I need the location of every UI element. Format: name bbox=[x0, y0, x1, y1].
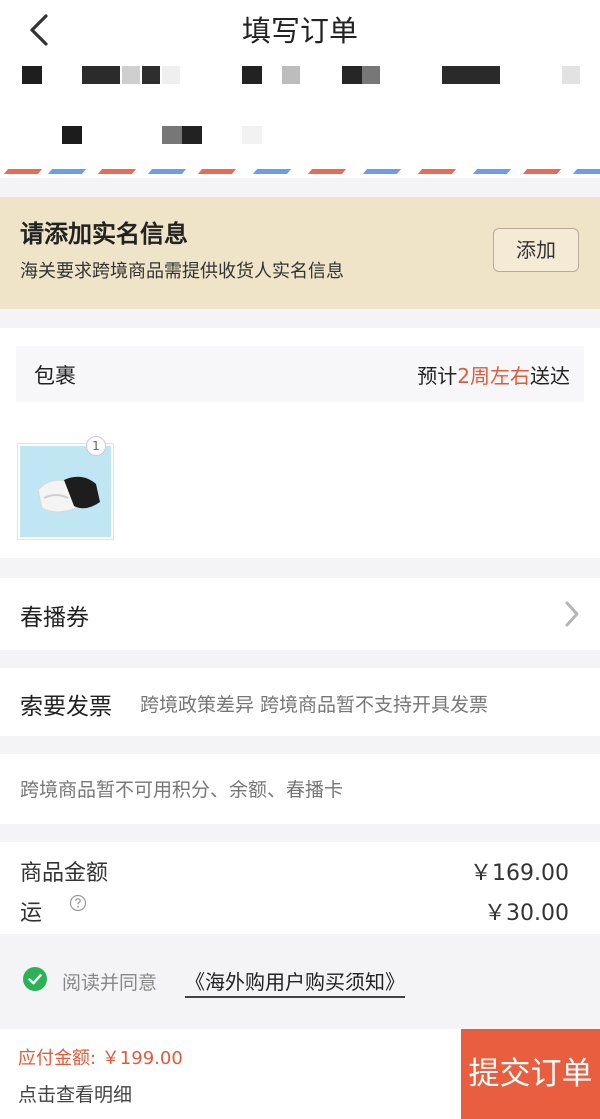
add-realname-button[interactable]: 添加 bbox=[493, 228, 579, 272]
eta-suffix: 送达 bbox=[530, 364, 570, 388]
eta-duration: 2周左右 bbox=[457, 364, 530, 388]
points-note: 跨境商品暂不可用积分、余额、春播卡 bbox=[20, 779, 344, 801]
eta-prefix: 预计 bbox=[417, 364, 458, 388]
payable-amount: 应付金额: ￥199.00 bbox=[18, 1048, 183, 1069]
help-circle-icon[interactable] bbox=[69, 894, 87, 912]
chevron-right-icon bbox=[565, 601, 579, 627]
view-detail-link[interactable]: 点击查看明细 bbox=[18, 1080, 132, 1107]
invoice-note: 跨境政策差异 跨境商品暂不支持开具发票 bbox=[140, 694, 489, 716]
package-label: 包裹 bbox=[34, 364, 76, 388]
agreement-text: 阅读并同意 bbox=[62, 972, 158, 994]
check-circle-icon[interactable] bbox=[23, 967, 47, 991]
page-title: 填写订单 bbox=[241, 14, 358, 48]
realname-title: 请添加实名信息 bbox=[20, 220, 188, 248]
coupon-label: 春播券 bbox=[20, 605, 89, 631]
envelope-stripe bbox=[0, 163, 600, 178]
quantity-badge: 1 bbox=[86, 436, 106, 456]
coupon-row[interactable] bbox=[0, 578, 600, 650]
shipping-label: 运 bbox=[20, 901, 43, 926]
product-image bbox=[20, 446, 111, 537]
delivery-estimate: 预计2周左右送达 bbox=[417, 360, 570, 389]
submit-order-button[interactable]: 提交订单 bbox=[461, 1029, 600, 1119]
goods-amount-label: 商品金额 bbox=[20, 861, 109, 886]
goods-amount-value: ￥169.00 bbox=[470, 861, 569, 886]
shipping-value: ￥30.00 bbox=[484, 901, 569, 926]
invoice-label: 索要发票 bbox=[20, 694, 112, 720]
address-section[interactable] bbox=[0, 60, 600, 178]
agreement-link[interactable]: 《海外购用户购买须知》 bbox=[185, 966, 405, 998]
realname-subtitle: 海关要求跨境商品需提供收货人实名信息 bbox=[20, 261, 344, 282]
